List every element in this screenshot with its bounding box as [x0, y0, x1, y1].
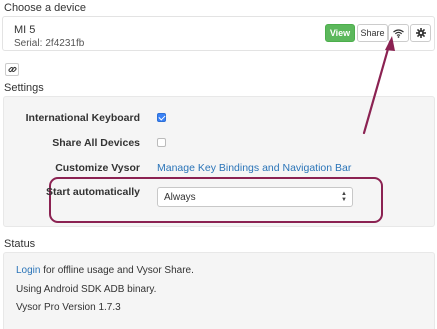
share-all-devices-checkbox[interactable]: [157, 138, 166, 147]
gear-icon: [415, 28, 426, 38]
device-settings-button[interactable]: [410, 24, 431, 42]
device-name: MI 5: [14, 24, 36, 36]
view-button[interactable]: View: [325, 24, 355, 42]
settings-heading: Settings: [4, 82, 44, 94]
choose-device-heading: Choose a device: [4, 2, 86, 14]
select-arrows-icon: ▲ ▼: [341, 191, 347, 203]
share-all-devices-label: Share All Devices: [52, 137, 140, 149]
international-keyboard-label: International Keyboard: [25, 112, 140, 124]
status-heading: Status: [4, 238, 36, 250]
version-line: Vysor Pro Version 1.7.3: [16, 302, 121, 313]
customize-vysor-label: Customize Vysor: [55, 162, 140, 174]
wifi-icon: [393, 28, 404, 38]
device-serial: Serial: 2f4231fb: [14, 38, 84, 49]
device-card: MI 5 Serial: 2f4231fb View Share: [2, 16, 435, 51]
link-icon: [7, 66, 17, 73]
manage-key-bindings-link[interactable]: Manage Key Bindings and Navigation Bar: [157, 162, 351, 174]
international-keyboard-checkbox[interactable]: [157, 113, 166, 122]
login-link[interactable]: Login: [16, 265, 40, 276]
share-button[interactable]: Share: [357, 24, 388, 42]
start-automatically-select[interactable]: Always ▲ ▼: [157, 187, 353, 207]
link-button[interactable]: [5, 63, 19, 76]
login-suffix: for offline usage and Vysor Share.: [40, 265, 194, 276]
login-line: Login for offline usage and Vysor Share.: [16, 265, 194, 276]
start-automatically-label: Start automatically: [46, 186, 140, 198]
serial-label: Serial:: [14, 38, 43, 49]
wifi-button[interactable]: [388, 24, 409, 42]
serial-value: 2f4231fb: [45, 38, 85, 49]
adb-binary-line: Using Android SDK ADB binary.: [16, 284, 157, 295]
start-automatically-value: Always: [164, 191, 196, 203]
